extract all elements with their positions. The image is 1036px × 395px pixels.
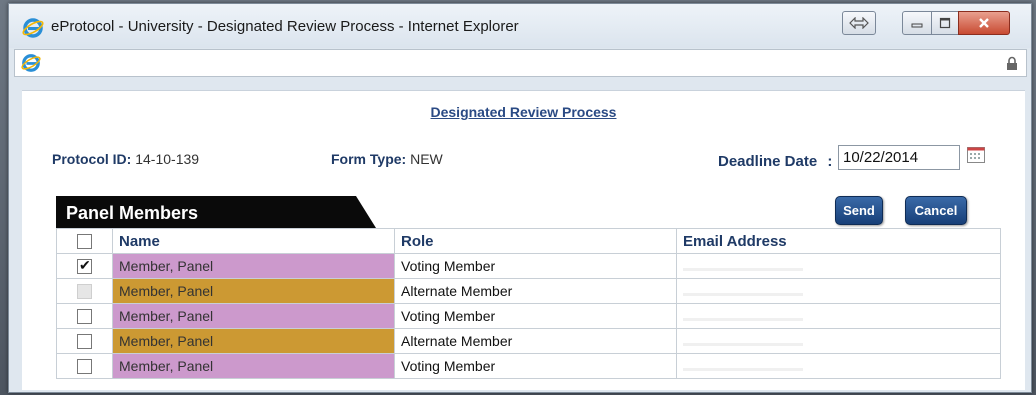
table-row[interactable]: Member, PanelVoting Member <box>56 353 1001 379</box>
select-all-cell <box>56 228 113 254</box>
column-header-role[interactable]: Role <box>394 228 677 254</box>
redacted-email <box>683 293 803 296</box>
member-role-cell: Voting Member <box>394 253 677 279</box>
member-email-cell <box>676 278 1001 304</box>
row-select-cell <box>56 353 113 379</box>
row-select-cell <box>56 278 113 304</box>
member-role-cell: Voting Member <box>394 303 677 329</box>
page-title[interactable]: Designated Review Process <box>22 104 1025 120</box>
table-row[interactable]: Member, Panel Alternate Member <box>56 278 1001 304</box>
row-select-cell <box>56 328 113 354</box>
member-email-cell <box>676 303 1001 329</box>
member-name-cell: Member, Panel <box>112 278 395 304</box>
member-email-cell <box>676 328 1001 354</box>
form-type-label: Form Type: <box>331 151 407 167</box>
table-header-row: Name Role Email Address <box>56 228 1001 254</box>
address-bar[interactable] <box>14 49 1027 77</box>
row-select-checkbox[interactable] <box>77 334 92 350</box>
row-select-cell <box>56 253 113 279</box>
maximize-button[interactable] <box>931 11 959 35</box>
protocol-id: Protocol ID: 14-10-139 <box>52 151 199 167</box>
row-select-checkbox[interactable] <box>77 309 92 325</box>
table-body: Member, PanelVoting MemberMember, PanelA… <box>56 253 1001 379</box>
row-select-checkbox[interactable] <box>77 359 92 375</box>
panel-members-table: Name Role Email Address Member, PanelVot… <box>56 228 1001 379</box>
redacted-email <box>683 368 803 371</box>
deadline-date-input[interactable] <box>838 145 960 170</box>
row-select-checkbox[interactable] <box>77 257 92 275</box>
browser-window: eProtocol - University - Designated Revi… <box>8 3 1032 393</box>
internet-explorer-icon <box>22 18 44 38</box>
table-row[interactable]: Member, PanelVoting Member <box>56 253 1001 279</box>
member-role-cell: Voting Member <box>394 353 677 379</box>
row-select-checkbox <box>77 284 92 300</box>
double-arrow-icon <box>849 17 869 29</box>
calendar-icon[interactable] <box>967 147 985 163</box>
deadline-label-group: Deadline Date : <box>718 153 832 170</box>
internet-explorer-icon <box>21 54 41 72</box>
protocol-id-value: 14-10-139 <box>135 151 200 167</box>
select-all-checkbox[interactable] <box>77 234 92 250</box>
protocol-id-label: Protocol ID: <box>52 151 132 167</box>
title-bar[interactable]: eProtocol - University - Designated Revi… <box>9 4 1031 48</box>
close-icon <box>979 18 989 28</box>
lock-icon <box>1007 56 1017 70</box>
minimize-button[interactable] <box>902 11 932 35</box>
deadline-separator: : <box>827 153 833 170</box>
column-header-email[interactable]: Email Address <box>676 228 1001 254</box>
minimize-icon <box>911 23 923 28</box>
panel-heading: Panel Members <box>66 203 199 223</box>
cancel-button[interactable]: Cancel <box>905 196 967 225</box>
member-email-cell <box>676 253 1001 279</box>
member-name-cell: Member, Panel <box>112 353 395 379</box>
compatibility-view-button[interactable] <box>842 11 876 35</box>
deadline-label: Deadline Date <box>718 153 818 170</box>
window-title: eProtocol - University - Designated Revi… <box>51 18 519 35</box>
member-name-cell: Member, Panel <box>112 328 395 354</box>
redacted-email <box>683 268 803 271</box>
table-row[interactable]: Member, Panel Alternate Member <box>56 328 1001 354</box>
send-button[interactable]: Send <box>835 196 883 225</box>
member-role-cell: Alternate Member <box>394 328 677 354</box>
page-content: Designated Review Process Protocol ID: 1… <box>22 90 1025 390</box>
redacted-email <box>683 343 803 346</box>
close-button[interactable] <box>958 11 1010 35</box>
form-type: Form Type: NEW <box>331 151 443 167</box>
row-select-cell <box>56 303 113 329</box>
form-type-value: NEW <box>410 151 443 167</box>
member-role-cell: Alternate Member <box>394 278 677 304</box>
table-row[interactable]: Member, PanelVoting Member <box>56 303 1001 329</box>
redacted-email <box>683 318 803 321</box>
member-name-cell: Member, Panel <box>112 253 395 279</box>
column-header-name[interactable]: Name <box>112 228 395 254</box>
maximize-icon <box>939 17 951 29</box>
member-name-cell: Member, Panel <box>112 303 395 329</box>
member-email-cell <box>676 353 1001 379</box>
